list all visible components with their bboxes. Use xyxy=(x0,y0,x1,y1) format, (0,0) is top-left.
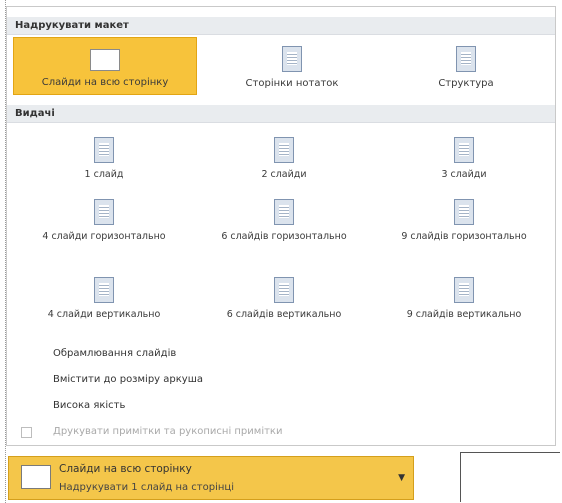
frame-slides-option[interactable]: Обрамлювання слайдів xyxy=(53,348,176,359)
slide-icon xyxy=(21,465,51,489)
layout-outline[interactable]: Структура xyxy=(381,37,551,95)
handouts-header: Видачі xyxy=(7,105,555,123)
handout-label: 6 слайдів горизонтально xyxy=(221,231,347,242)
notes-page-icon xyxy=(282,46,302,72)
chevron-down-icon: ▼ xyxy=(398,473,405,483)
handout-label: 4 слайди горизонтально xyxy=(42,231,166,242)
handout-4-horizontal[interactable]: 4 слайди горизонтально xyxy=(19,189,189,247)
print-layout-menu: Надрукувати макет Слайди на всю сторінку… xyxy=(6,6,556,446)
handout-label: 6 слайдів вертикально xyxy=(226,309,342,320)
handout-label: 9 слайдів вертикально xyxy=(406,309,522,320)
handout-6-vertical[interactable]: 6 слайдів вертикально xyxy=(199,267,369,325)
handout-9v-icon xyxy=(454,277,474,303)
scale-to-fit-option[interactable]: Вмістити до розміру аркуша xyxy=(53,374,203,385)
handout-3-slides[interactable]: 3 слайди xyxy=(379,127,549,185)
handout-4v-icon xyxy=(94,277,114,303)
print-layout-header: Надрукувати макет xyxy=(7,17,555,35)
comments-checkbox xyxy=(21,427,32,438)
handout-3-icon xyxy=(454,137,474,163)
high-quality-option[interactable]: Висока якість xyxy=(53,400,125,411)
handout-1-slide[interactable]: 1 слайд xyxy=(19,127,189,185)
dropdown-subtitle: Надрукувати 1 слайд на сторінці xyxy=(59,482,234,493)
handout-9-vertical[interactable]: 9 слайдів вертикально xyxy=(379,267,549,325)
layout-label: Структура xyxy=(438,78,494,89)
handout-label: 3 слайди xyxy=(441,169,487,180)
handout-2-icon xyxy=(274,137,294,163)
handout-4-vertical[interactable]: 4 слайди вертикально xyxy=(19,267,189,325)
layout-notes-pages[interactable]: Сторінки нотаток xyxy=(207,37,377,95)
layout-label: Слайди на всю сторінку xyxy=(41,77,169,88)
handout-6-horizontal[interactable]: 6 слайдів горизонтально xyxy=(199,189,369,247)
preview-box xyxy=(460,452,560,502)
handout-1-icon xyxy=(94,137,114,163)
handout-6h-icon xyxy=(274,199,294,225)
slide-icon xyxy=(90,49,120,71)
layout-full-page-slides[interactable]: Слайди на всю сторінку xyxy=(13,37,197,95)
outline-icon xyxy=(456,46,476,72)
handout-4h-icon xyxy=(94,199,114,225)
handout-9-horizontal[interactable]: 9 слайдів горизонтально xyxy=(379,189,549,247)
handout-9h-icon xyxy=(454,199,474,225)
handout-label: 1 слайд xyxy=(84,169,124,180)
handout-label: 2 слайди xyxy=(261,169,307,180)
layout-label: Сторінки нотаток xyxy=(245,78,339,89)
handout-2-slides[interactable]: 2 слайди xyxy=(199,127,369,185)
handout-6v-icon xyxy=(274,277,294,303)
print-layout-dropdown[interactable]: Слайди на всю сторінку Надрукувати 1 сла… xyxy=(8,456,414,500)
dropdown-title: Слайди на всю сторінку xyxy=(59,463,192,475)
handout-label: 9 слайдів горизонтально xyxy=(401,231,527,242)
handout-label: 4 слайди вертикально xyxy=(47,309,161,320)
print-comments-option: Друкувати примітки та рукописні примітки xyxy=(53,426,283,437)
